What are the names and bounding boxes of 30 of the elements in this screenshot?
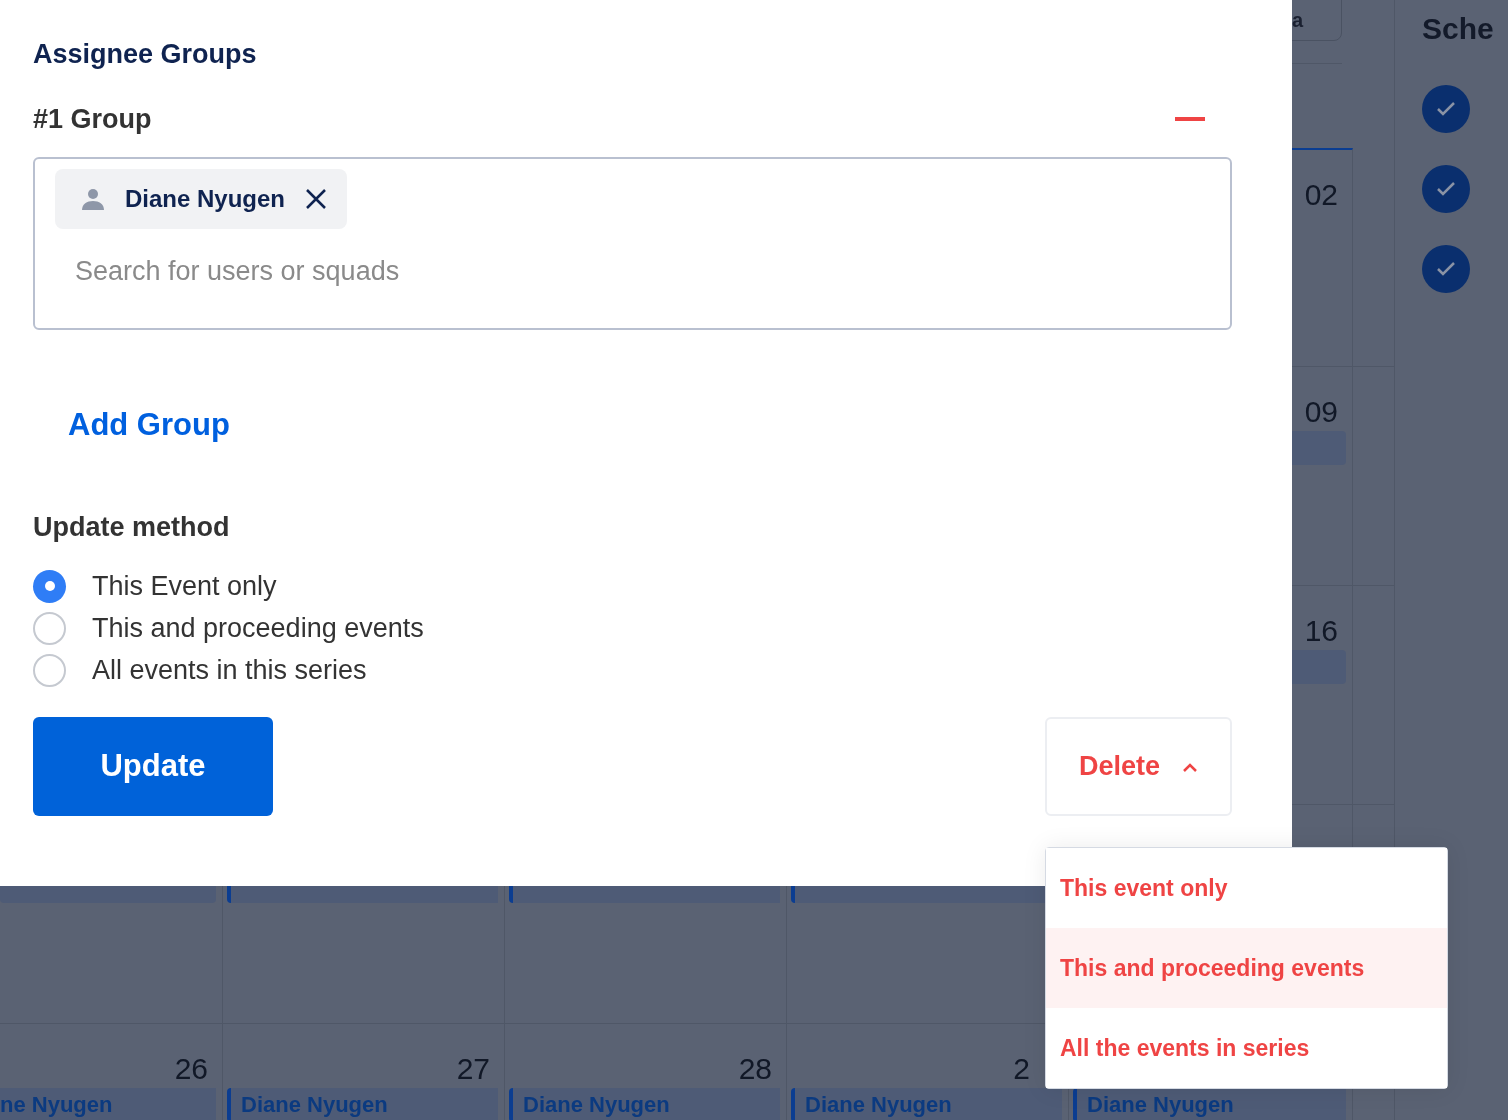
menu-item[interactable]: This and proceeding events xyxy=(1046,928,1447,1008)
radio-option[interactable]: This and proceeding events xyxy=(33,609,424,647)
delete-button[interactable]: Delete xyxy=(1045,717,1232,816)
date-number: 16 xyxy=(1304,616,1338,646)
radio-option[interactable]: This Event only xyxy=(33,567,277,605)
date-number: 02 xyxy=(1304,180,1338,210)
date-number: 27 xyxy=(456,1054,490,1084)
assignee-field[interactable]: Diane Nyugen Search for users or squads xyxy=(33,157,1232,330)
remove-group-button[interactable] xyxy=(1175,116,1205,121)
date-number: 09 xyxy=(1304,397,1338,427)
menu-item[interactable]: All the events in series xyxy=(1046,1008,1447,1088)
radio-icon[interactable] xyxy=(33,653,66,687)
date-number: 2 xyxy=(1013,1054,1030,1084)
schedule-title: Sche xyxy=(1422,11,1495,47)
update-button[interactable]: Update xyxy=(33,717,273,816)
assignee-name: Diane Nyugen xyxy=(125,184,286,214)
group-title: #1 Group xyxy=(33,102,152,136)
caret-icon xyxy=(1182,761,1198,772)
close-icon[interactable] xyxy=(305,188,328,210)
search-input[interactable]: Search for users or squads xyxy=(75,251,875,292)
menu-item[interactable]: This event only xyxy=(1046,848,1447,928)
radio-icon[interactable] xyxy=(33,611,66,645)
panel-title: Assignee Groups xyxy=(33,38,257,71)
section-title: Update method xyxy=(33,510,230,544)
radio-icon[interactable] xyxy=(33,569,66,603)
person-icon xyxy=(81,188,105,210)
date-number: 28 xyxy=(738,1054,772,1084)
add-group-link[interactable]: Add Group xyxy=(68,402,230,449)
radio-option[interactable]: All events in this series xyxy=(33,651,367,689)
date-number: 26 xyxy=(174,1054,208,1084)
